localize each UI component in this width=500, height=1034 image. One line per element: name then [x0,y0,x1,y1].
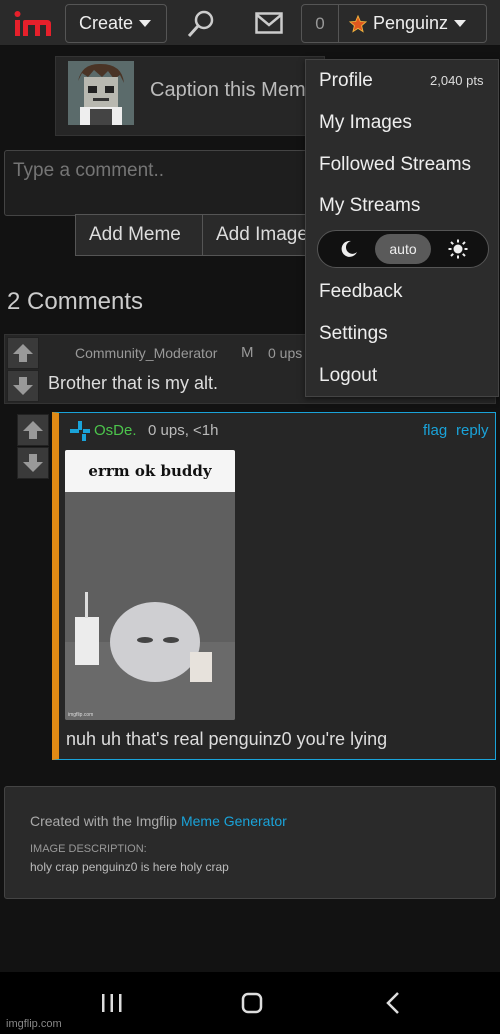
chevron-down-icon [139,20,152,27]
username-label: Penguinz [373,13,449,33]
caption-this-meme-label: Caption this Meme [150,79,317,101]
caption-bar[interactable]: Caption this Meme [55,56,325,136]
image-description-text: holy crap penguinz0 is here holy crap [30,860,229,874]
home-icon[interactable] [241,992,263,1014]
theme-toggle[interactable]: auto [317,230,489,268]
downvote-button[interactable] [17,447,49,479]
menu-item-my-images[interactable]: My Images [319,112,412,134]
arrow-down-icon [23,454,43,472]
meme-image[interactable]: errm ok buddy imgflip.com [65,450,235,720]
create-button[interactable]: Create [65,4,167,43]
arrow-down-icon [13,377,33,395]
downvote-button[interactable] [7,370,39,402]
arrow-up-icon [13,344,33,362]
image-description-label: IMAGE DESCRIPTION: [30,843,147,855]
add-meme-button[interactable]: Add Meme [75,214,203,256]
comments-heading: 2 Comments [7,288,144,315]
menu-item-settings[interactable]: Settings [319,323,388,345]
menu-item-feedback[interactable]: Feedback [319,281,402,303]
menu-item-my-streams[interactable]: My Streams [319,195,420,217]
flag-link[interactable]: flag [423,422,447,439]
back-icon[interactable] [385,991,401,1015]
reply-link[interactable]: reply [456,422,489,439]
image-info-box: Created with the Imgflip Meme Generator … [4,786,496,899]
moderator-badge: M [241,344,254,361]
star-icon [349,14,367,33]
reply-meta: 0 ups, <1h [148,422,219,439]
moon-icon[interactable] [340,240,358,258]
created-with-text: Created with the Imgflip Meme Generator [30,813,287,829]
comment-ups: 0 ups [268,345,303,361]
comment-button-row: Add Meme Add Image [75,214,315,256]
meme-picture: imgflip.com [65,492,235,720]
meme-generator-link[interactable]: Meme Generator [181,813,287,829]
user-dropdown-menu: Profile 2,040 pts My Images Followed Str… [305,59,499,397]
top-bar: Create 0 Penguinz [0,0,500,46]
menu-item-followed-streams[interactable]: Followed Streams [319,154,471,176]
create-label: Create [79,13,134,33]
theme-auto-option[interactable]: auto [375,234,431,264]
meme-watermark: imgflip.com [68,712,93,718]
search-icon[interactable] [186,9,216,39]
chevron-down-icon [454,20,467,27]
imgflip-logo[interactable] [13,9,53,39]
mail-icon[interactable] [255,12,283,34]
reply-comment: OsDe. 0 ups, <1h flag reply errm ok budd… [52,412,496,760]
add-image-button[interactable]: Add Image [203,214,315,256]
recent-apps-icon[interactable] [100,992,124,1014]
android-nav-bar [0,972,500,1034]
created-prefix: Created with the Imgflip [30,813,181,829]
menu-item-profile[interactable]: Profile [319,70,373,92]
imgflip-watermark: imgflip.com [6,1018,62,1030]
reply-username[interactable]: OsDe. [94,422,137,439]
notification-count[interactable]: 0 [301,4,339,43]
comment-username[interactable]: Community_Moderator [75,345,217,361]
user-avatar-icon [70,421,90,441]
avatar [68,61,134,125]
sun-icon[interactable] [448,239,468,259]
meme-caption: errm ok buddy [65,450,235,492]
comment-text: Brother that is my alt. [48,373,219,393]
reply-text: nuh uh that's real penguinz0 you're lyin… [66,729,388,749]
points-label: 2,040 pts [430,73,484,88]
upvote-button[interactable] [7,337,39,369]
menu-item-logout[interactable]: Logout [319,365,377,387]
comment-input[interactable] [4,150,324,216]
user-menu-button[interactable]: Penguinz [338,4,487,43]
upvote-button[interactable] [17,414,49,446]
arrow-up-icon [23,421,43,439]
